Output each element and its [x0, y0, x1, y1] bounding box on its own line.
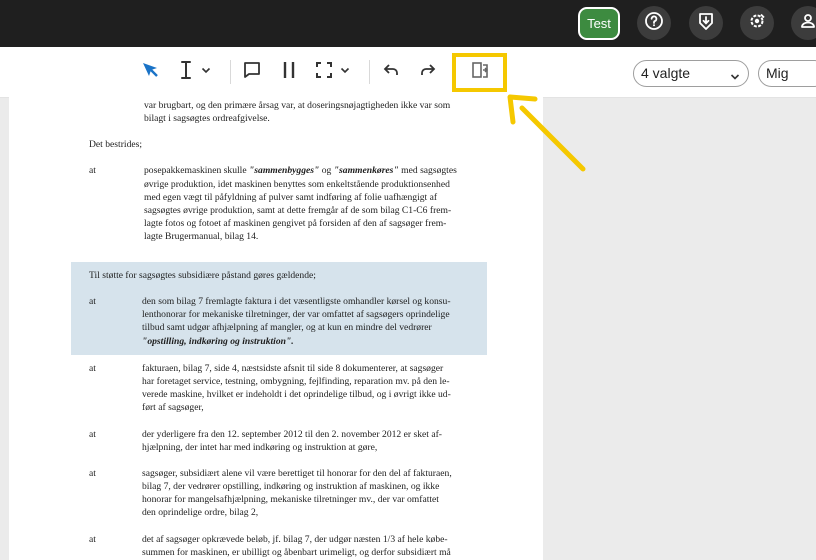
text-line: sagsøgtes øvrige produktion, samt at det… — [144, 205, 452, 216]
columns-icon — [278, 59, 300, 86]
text-span: og — [319, 165, 334, 176]
toolbar-divider — [369, 60, 370, 84]
download-shield-icon — [696, 11, 716, 36]
comment-icon — [241, 59, 263, 86]
admin-settings-button[interactable] — [740, 6, 774, 40]
area-select-dropdown[interactable] — [335, 59, 355, 85]
columns-tool[interactable] — [276, 59, 302, 85]
text-line: Til støtte for sagsøgtes subsidiære påst… — [89, 270, 316, 281]
text-line: var brugbart, og den primære årsag var, … — [144, 100, 451, 111]
text-line: har foretaget service, testning, ombygni… — [142, 376, 450, 387]
bullet-marker: at — [89, 468, 96, 479]
chevron-down-icon — [339, 63, 351, 81]
chevron-down-icon — [729, 70, 741, 86]
text-emphasis: "opstilling, indkøring og instruktion". — [142, 336, 294, 347]
account-button[interactable] — [791, 6, 816, 40]
bullet-marker: at — [89, 363, 96, 374]
text-line: tilbud samt udgør afhjælpning af mangler… — [142, 322, 432, 333]
text-line: lenthonorar for mekaniske tilretninger, … — [142, 309, 450, 320]
filter-select[interactable]: 4 valgte — [633, 60, 749, 87]
bullet-marker: at — [89, 429, 96, 440]
text-line: fakturaen, bilag 7, side 4, næstsidste a… — [142, 363, 444, 374]
text-line: den som bilag 7 fremlagte faktura i det … — [142, 296, 451, 307]
text-line: det af sagsøger opkrævede beløb, jf. bil… — [142, 534, 448, 545]
bullet-marker: at — [89, 534, 96, 545]
text-line: lagte Brugermanual, bilag 14. — [144, 231, 259, 242]
text-cursor-icon — [175, 59, 197, 86]
text-emphasis: "sammenkøres" — [333, 165, 399, 176]
text-line: summen for maskinen, er ubilligt og åben… — [142, 547, 451, 558]
redo-icon — [417, 59, 439, 86]
text-line: posepakkemaskinen skulle "sammenbygges" … — [144, 164, 457, 177]
bullet-marker: at — [89, 296, 96, 307]
text-tool-dropdown[interactable] — [196, 59, 216, 85]
filter-select-value: 4 valgte — [641, 65, 691, 81]
text-line: bilagt i sagsøgtes ordreafgivelse. — [144, 113, 270, 124]
user-select-value: Mig — [766, 65, 789, 81]
download-button[interactable] — [689, 6, 723, 40]
text-line: honorar for mangelsafhjælpning, mekanisk… — [142, 494, 439, 505]
user-select[interactable]: Mig — [758, 60, 816, 87]
test-button[interactable]: Test — [578, 7, 620, 40]
text-line: Det bestrides; — [89, 139, 143, 150]
pointer-icon — [139, 59, 161, 86]
area-select-icon — [313, 59, 335, 86]
text-line: sagsøger, subsidiært alene vil være bere… — [142, 468, 452, 479]
redo-button[interactable] — [415, 59, 441, 85]
admin-settings-icon — [747, 11, 767, 36]
help-button[interactable] — [637, 6, 671, 40]
account-icon — [798, 11, 816, 36]
help-icon — [644, 11, 664, 36]
text-line: med egen vægt til påfyldning af pulver s… — [144, 192, 438, 203]
undo-button[interactable] — [378, 59, 404, 85]
undo-icon — [380, 59, 402, 86]
document-page: var brugbart, og den primære årsag var, … — [9, 97, 543, 560]
text-line: der yderligere fra den 12. september 201… — [142, 429, 442, 440]
text-line: ført af sagsøger, — [142, 402, 204, 413]
text-line: "opstilling, indkøring og instruktion". — [142, 335, 294, 348]
highlight-box — [452, 53, 507, 92]
text-line: lagte fotos og fotoet af maskinen gengiv… — [144, 218, 447, 229]
text-line: verede maskine, hvilket er indeholdt i d… — [142, 389, 451, 400]
text-line: øvrige produktion, idet maskinen benytte… — [144, 179, 450, 190]
chevron-down-icon — [200, 63, 212, 81]
text-span: med sagsøgtes — [398, 165, 457, 176]
area-select-tool[interactable] — [311, 59, 337, 85]
bullet-marker: at — [89, 165, 96, 176]
annotation-toolbar: 4 valgte Mig — [0, 47, 816, 98]
toolbar-divider — [230, 60, 231, 84]
top-bar: Test — [0, 0, 816, 47]
text-span: posepakkemaskinen skulle — [144, 165, 249, 176]
text-line: hjælpning, der intet har med indkøring o… — [142, 442, 378, 453]
text-line: den oprindelige ordre, bilag 2, — [142, 507, 259, 518]
text-emphasis: "sammenbygges" — [248, 165, 320, 176]
text-line: bilag 7, der vedrører opstilling, indkør… — [142, 481, 440, 492]
pointer-tool[interactable] — [137, 59, 163, 85]
comment-tool[interactable] — [239, 59, 265, 85]
